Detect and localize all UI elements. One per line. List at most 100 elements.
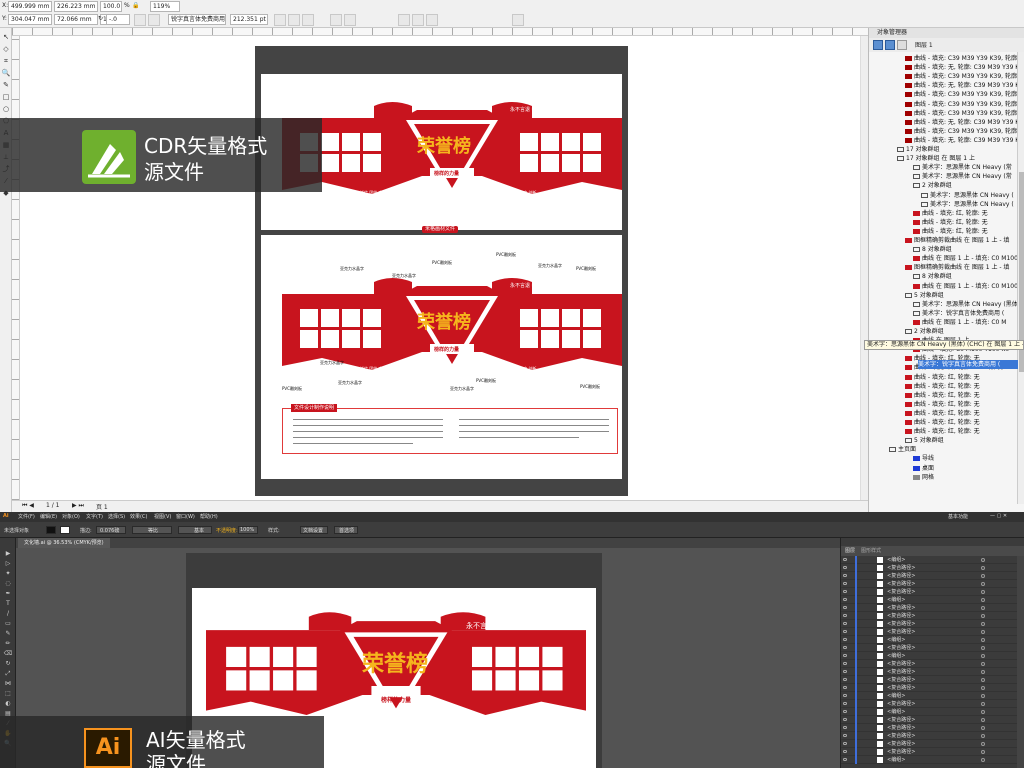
object-tree-row[interactable]: 曲线 - 填充: 红, 轮廓: 无 bbox=[913, 209, 988, 218]
object-tree-row[interactable]: 曲线 - 填充: 红, 轮廓: 无 bbox=[913, 227, 988, 236]
menu-file[interactable]: 文件(F) bbox=[18, 513, 35, 520]
align-icon[interactable] bbox=[330, 14, 342, 26]
object-tree-row[interactable]: 曲线 - 填充: 红, 轮廓: 无 bbox=[905, 391, 980, 400]
layer-row[interactable]: <编组> bbox=[841, 596, 1017, 604]
layer-row[interactable]: <复合路径> bbox=[841, 716, 1017, 724]
object-tree-row[interactable]: 曲线 - 填充: 无, 轮廓: C39 M39 Y39 K bbox=[905, 118, 1017, 127]
object-tree-row[interactable]: 曲线 - 填充: C39 M39 Y39 K39, 轮廓: bbox=[905, 100, 1017, 109]
object-tree-row[interactable]: 5 对象群组 bbox=[905, 436, 944, 445]
object-tree-row[interactable]: 8 对象群组 bbox=[913, 245, 952, 254]
target-circle-icon[interactable] bbox=[981, 582, 985, 586]
menu-edit[interactable]: 编辑(E) bbox=[40, 513, 57, 520]
layer-row[interactable]: <复合路径> bbox=[841, 612, 1017, 620]
layer-row[interactable]: <复合路径> bbox=[841, 628, 1017, 636]
underline-icon[interactable] bbox=[302, 14, 314, 26]
width-tool-icon[interactable]: ⋈ bbox=[3, 680, 13, 688]
layer-row[interactable]: <复合路径> bbox=[841, 564, 1017, 572]
visibility-eye-icon[interactable] bbox=[843, 662, 847, 665]
font-size-field[interactable]: 212.351 pt bbox=[230, 14, 268, 25]
fill-swatch[interactable] bbox=[46, 526, 56, 534]
pen-tool-icon[interactable]: ✒ bbox=[3, 590, 13, 598]
layer-row[interactable]: <复合路径> bbox=[841, 580, 1017, 588]
object-tree-row[interactable]: 美术字：思源黑体 CN Heavy (黑体) (CHC) 在 图层 1 上 - … bbox=[913, 300, 1017, 309]
target-circle-icon[interactable] bbox=[981, 758, 985, 762]
visibility-eye-icon[interactable] bbox=[843, 566, 847, 569]
target-circle-icon[interactable] bbox=[981, 710, 985, 714]
object-tree-row[interactable]: 2 对象群组 bbox=[905, 327, 944, 336]
visibility-eye-icon[interactable] bbox=[843, 558, 847, 561]
layer-row[interactable]: <复合路径> bbox=[841, 684, 1017, 692]
graphic-styles-tab[interactable]: 图形样式 bbox=[861, 547, 881, 554]
object-tree-row[interactable]: 桌面 bbox=[913, 464, 934, 473]
rectangle-tool-icon[interactable]: □ bbox=[1, 92, 11, 102]
shape-tool-icon[interactable]: ◇ bbox=[1, 44, 11, 54]
object-tree-row[interactable]: 17 对象群组 bbox=[897, 145, 940, 154]
object-tree-row[interactable]: 曲线 - 填充: C39 M39 Y39 K39, 轮廓: bbox=[905, 72, 1017, 81]
target-circle-icon[interactable] bbox=[981, 598, 985, 602]
object-tree[interactable]: 曲线 - 填充: C39 M39 Y39 K39, 轮廓: 曲线 - 填充: 无,… bbox=[869, 52, 1017, 504]
layer-row[interactable]: <复合路径> bbox=[841, 588, 1017, 596]
scale-x-field[interactable]: 100.0 bbox=[100, 1, 122, 12]
edit-text-icon[interactable] bbox=[398, 14, 410, 26]
target-circle-icon[interactable] bbox=[981, 702, 985, 706]
layers-scrollbar[interactable] bbox=[1017, 556, 1024, 768]
target-circle-icon[interactable] bbox=[981, 726, 985, 730]
object-tree-row[interactable]: 图框精确剪裁曲线 在 图层 1 上 - 填 bbox=[905, 263, 1009, 272]
layer-row[interactable]: <复合路径> bbox=[841, 676, 1017, 684]
object-tree-row[interactable]: 曲线 - 填充: 红, 轮廓: 无 bbox=[905, 382, 980, 391]
target-circle-icon[interactable] bbox=[981, 718, 985, 722]
visibility-eye-icon[interactable] bbox=[843, 702, 847, 705]
menu-help[interactable]: 帮助(H) bbox=[200, 513, 218, 520]
layer-row[interactable]: <复合路径> bbox=[841, 572, 1017, 580]
mirror-h-icon[interactable] bbox=[134, 14, 146, 26]
type-tool-icon[interactable]: T bbox=[3, 600, 13, 608]
target-circle-icon[interactable] bbox=[981, 654, 985, 658]
visibility-eye-icon[interactable] bbox=[843, 574, 847, 577]
docker-scrollbar[interactable] bbox=[1017, 52, 1024, 504]
layer-row[interactable]: <复合路径> bbox=[841, 620, 1017, 628]
direct-selection-tool-icon[interactable]: ▷ bbox=[3, 560, 13, 568]
text-properties-icon[interactable] bbox=[344, 14, 356, 26]
target-circle-icon[interactable] bbox=[981, 750, 985, 754]
target-circle-icon[interactable] bbox=[981, 678, 985, 682]
line-tool-icon[interactable]: / bbox=[3, 610, 13, 618]
ellipse-tool-icon[interactable]: ○ bbox=[1, 104, 11, 114]
object-tree-row[interactable]: 曲线 - 填充: 红, 轮廓: 无 bbox=[905, 400, 980, 409]
target-circle-icon[interactable] bbox=[981, 606, 985, 610]
layer-row[interactable]: <编组> bbox=[841, 636, 1017, 644]
object-tree-row[interactable]: 曲线 - 填充: 红, 轮廓: 无 bbox=[905, 373, 980, 382]
visibility-eye-icon[interactable] bbox=[843, 670, 847, 673]
menu-select[interactable]: 选择(S) bbox=[108, 513, 125, 520]
visibility-eye-icon[interactable] bbox=[843, 742, 847, 745]
bold-icon[interactable] bbox=[274, 14, 286, 26]
visibility-eye-icon[interactable] bbox=[843, 606, 847, 609]
menu-type[interactable]: 文字(T) bbox=[86, 513, 103, 520]
visibility-eye-icon[interactable] bbox=[843, 694, 847, 697]
visibility-eye-icon[interactable] bbox=[843, 758, 847, 761]
target-circle-icon[interactable] bbox=[981, 590, 985, 594]
target-circle-icon[interactable] bbox=[981, 662, 985, 666]
rotation-field[interactable]: -.0 bbox=[106, 14, 130, 25]
shape-builder-tool-icon[interactable]: ◐ bbox=[3, 700, 13, 708]
object-tree-row[interactable]: 曲线 - 填充: C39 M39 Y39 K39, 轮廓: bbox=[905, 109, 1017, 118]
target-circle-icon[interactable] bbox=[981, 630, 985, 634]
layer-row[interactable]: <编组> bbox=[841, 756, 1017, 764]
show-properties-icon[interactable] bbox=[873, 40, 883, 50]
zoom-field[interactable]: 119% bbox=[150, 1, 180, 12]
layer-row[interactable]: <复合路径> bbox=[841, 748, 1017, 756]
menu-object[interactable]: 对象(O) bbox=[62, 513, 80, 520]
target-circle-icon[interactable] bbox=[981, 686, 985, 690]
rotate-tool-icon[interactable]: ↻ bbox=[3, 660, 13, 668]
italic-icon[interactable] bbox=[288, 14, 300, 26]
pick-tool-icon[interactable]: ↖ bbox=[1, 32, 11, 42]
visibility-eye-icon[interactable] bbox=[843, 638, 847, 641]
target-circle-icon[interactable] bbox=[981, 614, 985, 618]
document-tab[interactable]: 文化墙.ai @ 36.53% (CMYK/预览) bbox=[18, 538, 110, 548]
layer-row[interactable]: <编组> bbox=[841, 652, 1017, 660]
layer-row[interactable]: <复合路径> bbox=[841, 700, 1017, 708]
target-circle-icon[interactable] bbox=[981, 694, 985, 698]
object-tree-row[interactable]: 美术字：思源黑体 CN Heavy (常 bbox=[913, 163, 1012, 172]
target-circle-icon[interactable] bbox=[981, 566, 985, 570]
target-circle-icon[interactable] bbox=[981, 638, 985, 642]
target-circle-icon[interactable] bbox=[981, 622, 985, 626]
